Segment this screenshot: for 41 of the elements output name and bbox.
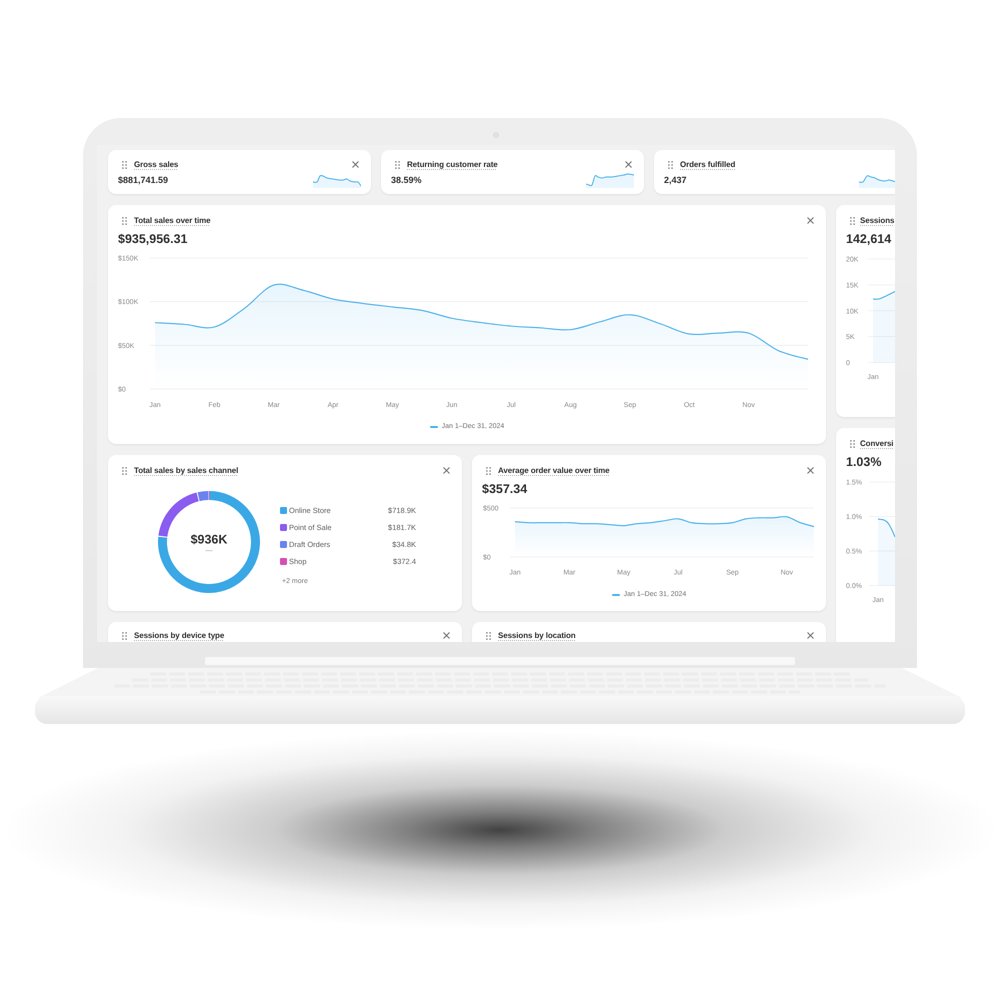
metric-value: $881,741.59 [118, 174, 168, 186]
drag-handle-icon[interactable] [122, 466, 127, 474]
card-title: Total sales over time [134, 215, 210, 226]
metric-value: 38.59% [391, 174, 422, 186]
drag-handle-icon[interactable] [668, 160, 673, 168]
close-icon[interactable] [807, 467, 814, 474]
card-title: Conversi [860, 438, 894, 449]
drag-handle-icon[interactable] [122, 216, 127, 224]
total-value: $357.34 [482, 481, 528, 497]
drag-handle-icon[interactable] [850, 440, 855, 448]
drag-handle-icon[interactable] [850, 216, 855, 224]
trend-line [878, 518, 895, 538]
card-title: Average order value over time [498, 465, 610, 476]
sparkline-drawing [586, 172, 634, 188]
drag-handle-icon[interactable] [395, 160, 400, 168]
close-icon[interactable] [352, 161, 359, 168]
card-title: Orders fulfilled [680, 159, 736, 170]
drag-handle-icon[interactable] [486, 632, 491, 640]
sparkline-drawing [313, 172, 361, 188]
total-value: 1.03% [846, 454, 882, 470]
drag-handle-icon[interactable] [486, 466, 491, 474]
total-value: $935,956.31 [118, 231, 188, 247]
metric-value: 2,437 [664, 174, 687, 186]
card-title: Sessions by location [498, 630, 576, 641]
drag-handle-icon[interactable] [122, 160, 127, 168]
donut-total: $936K [190, 532, 228, 546]
area-fill [873, 292, 895, 362]
card-title: Total sales by sales channel [134, 465, 238, 476]
close-icon[interactable] [443, 467, 450, 474]
close-icon[interactable] [807, 217, 814, 224]
area-fill [878, 519, 895, 586]
trend-line [872, 291, 895, 300]
close-icon[interactable] [625, 161, 632, 168]
card-title: Gross sales [134, 159, 178, 170]
close-icon[interactable] [443, 632, 450, 639]
close-icon[interactable] [807, 632, 814, 639]
card-title: Sessions [860, 215, 894, 226]
card-title: Sessions by device type [134, 630, 224, 641]
card-title: Returning customer rate [407, 159, 498, 170]
total-value: 142,614 [846, 231, 892, 247]
drag-handle-icon[interactable] [122, 632, 127, 640]
